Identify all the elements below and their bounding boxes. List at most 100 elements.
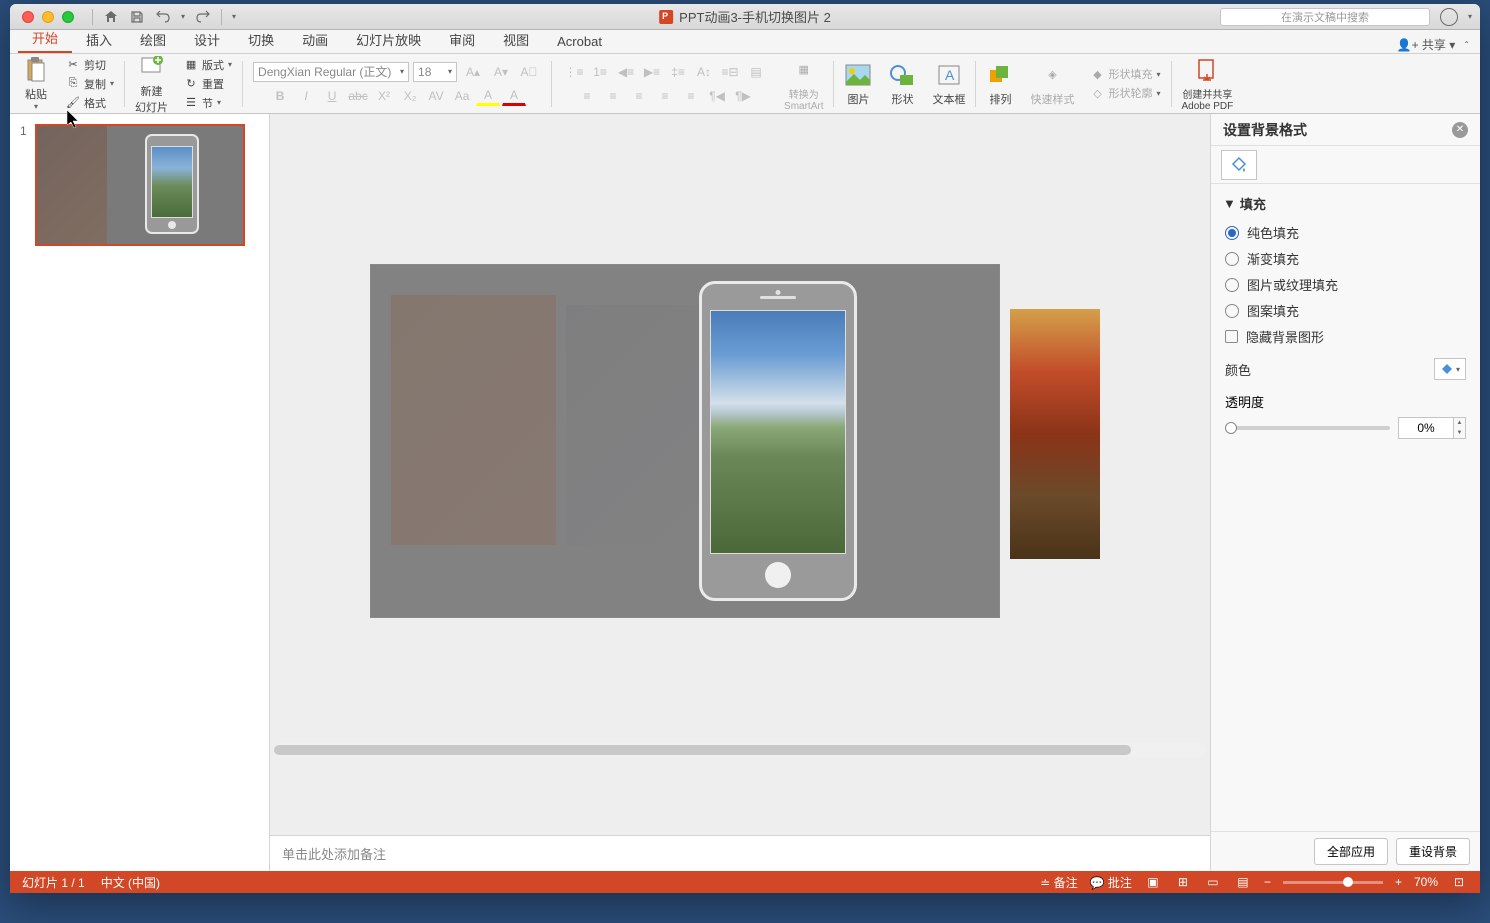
maximize-window-button[interactable] — [62, 11, 74, 23]
tab-slideshow[interactable]: 幻灯片放映 — [342, 26, 435, 53]
section-button[interactable]: ☰节 ▾ — [184, 94, 232, 111]
zoom-slider[interactable] — [1283, 881, 1383, 884]
font-family-select[interactable]: DengXian Regular (正文)▾ — [253, 62, 409, 82]
increase-font-button[interactable]: A▴ — [461, 62, 485, 82]
minimize-window-button[interactable] — [42, 11, 54, 23]
slide-thumbnail-1[interactable] — [35, 124, 245, 246]
tab-transitions[interactable]: 切换 — [234, 26, 288, 53]
justify-button[interactable]: ≡ — [653, 86, 677, 106]
columns-button[interactable]: ▤ — [744, 62, 768, 82]
textbox-button[interactable]: A 文本框 — [932, 61, 965, 107]
gradient-fill-radio[interactable]: 渐变填充 — [1225, 249, 1466, 268]
bullets-button[interactable]: ⋮≡ — [562, 62, 586, 82]
qat-customize[interactable]: ▾ — [232, 12, 236, 21]
copy-button[interactable]: ⎘复制 ▾ — [66, 75, 114, 92]
align-right-button[interactable]: ≡ — [627, 86, 651, 106]
close-window-button[interactable] — [22, 11, 34, 23]
phone-frame[interactable] — [699, 281, 857, 601]
align-center-button[interactable]: ≡ — [601, 86, 625, 106]
shape-outline-button[interactable]: ◇形状轮廓 ▾ — [1090, 85, 1160, 102]
apply-all-button[interactable]: 全部应用 — [1314, 838, 1388, 865]
phone-screen-image[interactable] — [710, 310, 846, 554]
tab-insert[interactable]: 插入 — [72, 26, 126, 53]
font-size-select[interactable]: 18▾ — [413, 62, 457, 82]
collapse-ribbon[interactable]: ⌃ — [1463, 40, 1470, 49]
feedback-icon[interactable] — [1440, 8, 1458, 26]
tab-design[interactable]: 设计 — [180, 26, 234, 53]
tab-home[interactable]: 开始 — [18, 24, 72, 53]
pattern-fill-radio[interactable]: 图案填充 — [1225, 301, 1466, 320]
picture-button[interactable]: 图片 — [844, 61, 872, 107]
tab-animations[interactable]: 动画 — [288, 26, 342, 53]
fill-section-header[interactable]: ▼填充 — [1223, 194, 1468, 213]
zoom-out-button[interactable]: − — [1264, 875, 1271, 889]
share-button[interactable]: 👤+ 共享 ▾ — [1397, 36, 1456, 53]
tab-review[interactable]: 审阅 — [435, 26, 489, 53]
bold-button[interactable]: B — [268, 86, 292, 106]
sorter-view-button[interactable]: ⊞ — [1174, 875, 1192, 889]
solid-fill-radio[interactable]: 纯色填充 — [1225, 223, 1466, 242]
shapes-button[interactable]: 形状 — [888, 61, 916, 107]
reset-button[interactable]: ↻重置 — [184, 75, 232, 92]
distribute-button[interactable]: ≡ — [679, 86, 703, 106]
transparency-slider[interactable] — [1225, 426, 1390, 430]
layout-button[interactable]: ▦版式 ▾ — [184, 56, 232, 73]
redo-icon[interactable] — [195, 9, 211, 25]
strike-button[interactable]: abc — [346, 86, 370, 106]
rtl-button[interactable]: ¶◀ — [705, 86, 729, 106]
decrease-indent-button[interactable]: ◀≡ — [614, 62, 638, 82]
slide-canvas[interactable] — [370, 264, 1000, 618]
comments-toggle[interactable]: 💬 批注 — [1090, 874, 1132, 891]
normal-view-button[interactable]: ▣ — [1144, 875, 1162, 889]
feedback-dropdown[interactable]: ▾ — [1468, 12, 1472, 21]
arrange-button[interactable]: 排列 — [986, 61, 1014, 107]
home-icon[interactable] — [103, 9, 119, 25]
quick-styles-button[interactable]: ◈ 快速样式 — [1030, 61, 1074, 107]
char-spacing-button[interactable]: AV — [424, 86, 448, 106]
line-spacing-button[interactable]: ‡≡ — [666, 62, 690, 82]
numbering-button[interactable]: 1≡ — [588, 62, 612, 82]
offscreen-image[interactable] — [1010, 309, 1100, 559]
align-left-button[interactable]: ≡ — [575, 86, 599, 106]
notes-input[interactable]: 单击此处添加备注 — [270, 835, 1210, 871]
paste-button[interactable]: 粘贴 — [22, 56, 50, 102]
format-painter-button[interactable]: 🖌格式 — [66, 94, 114, 111]
fit-window-button[interactable]: ⊡ — [1450, 875, 1468, 889]
horizontal-scrollbar[interactable] — [274, 743, 1206, 757]
convert-smartart-button[interactable]: ▦ 转换为 SmartArt — [784, 56, 823, 112]
cut-button[interactable]: ✂剪切 — [66, 56, 114, 73]
search-input[interactable]: 在演示文稿中搜索 — [1220, 8, 1430, 26]
tab-acrobat[interactable]: Acrobat — [543, 30, 616, 53]
decrease-font-button[interactable]: A▾ — [489, 62, 513, 82]
bg-image-1[interactable] — [391, 295, 556, 545]
align-text-button[interactable]: ≡⊟ — [718, 62, 742, 82]
picture-fill-radio[interactable]: 图片或纹理填充 — [1225, 275, 1466, 294]
superscript-button[interactable]: X² — [372, 86, 396, 106]
hide-bg-checkbox[interactable]: 隐藏背景图形 — [1225, 327, 1466, 346]
clear-format-button[interactable]: A⃠ — [517, 62, 541, 82]
transparency-input[interactable]: 0% — [1398, 417, 1454, 439]
slide-panel[interactable]: 1 — [10, 114, 270, 871]
undo-icon[interactable] — [155, 9, 171, 25]
color-picker-button[interactable]: ▾ — [1434, 358, 1466, 380]
new-slide-button[interactable]: 新建 幻灯片 — [135, 53, 168, 115]
fill-tab[interactable] — [1221, 150, 1257, 180]
save-icon[interactable] — [129, 9, 145, 25]
transparency-spinner[interactable]: ▲▼ — [1454, 417, 1466, 439]
slide-counter[interactable]: 幻灯片 1 / 1 — [22, 874, 85, 891]
shape-fill-button[interactable]: ◆形状填充 ▾ — [1090, 66, 1160, 83]
change-case-button[interactable]: Aa — [450, 86, 474, 106]
tab-view[interactable]: 视图 — [489, 26, 543, 53]
zoom-in-button[interactable]: + — [1395, 875, 1402, 889]
underline-button[interactable]: U — [320, 86, 344, 106]
close-pane-button[interactable]: ✕ — [1452, 122, 1468, 138]
canvas-scroll[interactable] — [270, 114, 1210, 835]
ltr-button[interactable]: ¶▶ — [731, 86, 755, 106]
slideshow-view-button[interactable]: ▤ — [1234, 875, 1252, 889]
font-color-button[interactable]: A — [502, 86, 526, 106]
notes-toggle[interactable]: ≐ 备注 — [1040, 874, 1077, 891]
highlight-button[interactable]: A — [476, 86, 500, 106]
tab-draw[interactable]: 绘图 — [126, 26, 180, 53]
zoom-level[interactable]: 70% — [1414, 875, 1438, 889]
create-pdf-button[interactable]: 创建并共享 Adobe PDF — [1182, 56, 1234, 112]
